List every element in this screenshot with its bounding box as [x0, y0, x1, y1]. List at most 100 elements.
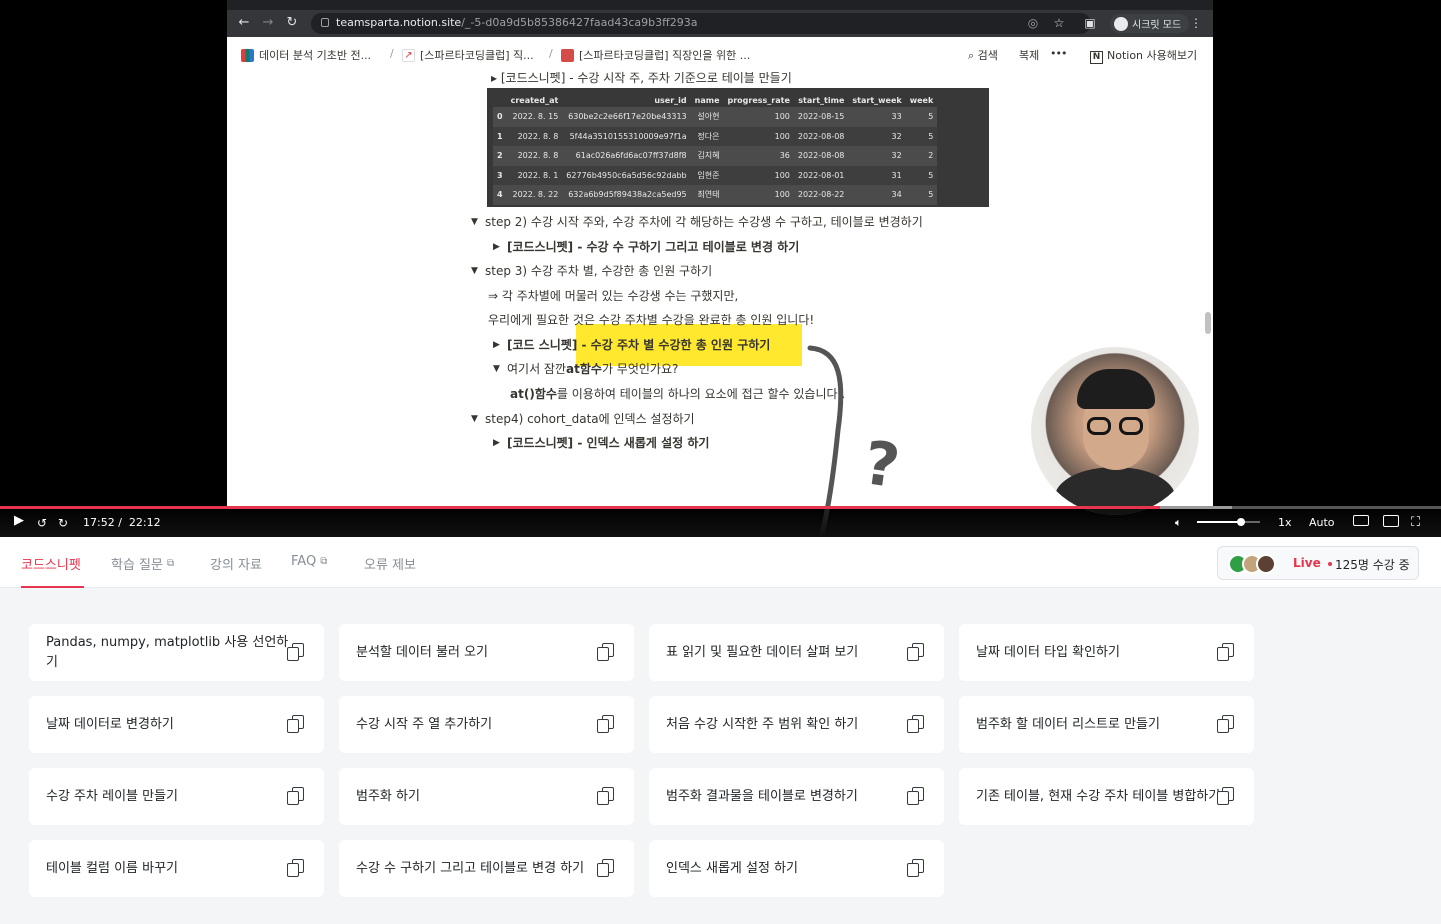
page-scrollbar [1205, 312, 1211, 334]
copy-icon[interactable] [287, 715, 305, 734]
at-code: at() [510, 386, 535, 401]
duplicate-label: 복제 [1019, 49, 1040, 62]
snippet-card[interactable]: 표 읽기 및 필요한 데이터 살펴 보기 [649, 624, 944, 681]
snippet-title: 범주화 결과물을 테이블로 변경하기 [666, 788, 858, 804]
dataframe-row-index: 0 [493, 107, 507, 127]
toggle-open-icon: ▼ [471, 265, 478, 276]
pip-icon[interactable] [1383, 515, 1399, 527]
snippet-title: 수강 시작 주 열 추가하기 [356, 716, 493, 732]
snippet-card[interactable]: 범주화 할 데이터 리스트로 만들기 [959, 696, 1254, 753]
cut-off-line: ▸ [코드스니펫] - 수강 시작 주, 주차 기준으로 테이블 만들기 [491, 71, 792, 85]
copy-icon[interactable] [907, 787, 925, 806]
webcam-hair [1077, 369, 1155, 409]
subtitles-icon[interactable] [1353, 515, 1369, 526]
snippet-card[interactable]: 인덱스 새롭게 설정 하기 [649, 840, 944, 897]
video-player[interactable]: ← → ↻ teamsparta.notion.site/_-5-d0a9d5b… [0, 0, 1441, 537]
copy-icon[interactable] [907, 715, 925, 734]
breadcrumb-separator: / [549, 47, 553, 60]
play-icon[interactable]: ▶ [14, 514, 24, 528]
snippet-card[interactable]: 처음 수강 시작한 주 범위 확인 하기 [649, 696, 944, 753]
tab-lecture-material[interactable]: 강의 자료 [210, 554, 262, 573]
notion-topbar: 데이터 분석 기초반 전... / ↗ [스파르타코딩클럽] 직... / [스… [227, 37, 1213, 71]
tab-error-report[interactable]: 오류 제보 [364, 554, 416, 573]
tab-learning-question[interactable]: 학습 질문 ⧉ [111, 554, 174, 573]
snippet-card[interactable]: 수강 주차 레이블 만들기 [29, 768, 324, 825]
dataframe-cell: 2022-08-08 [793, 146, 849, 166]
rewind-10-icon[interactable]: ↺ [37, 516, 47, 530]
breadcrumb-3: [스파르타코딩클럽] 직장인을 위한 ... [561, 47, 750, 63]
copy-icon[interactable] [1217, 715, 1235, 734]
copy-icon[interactable] [287, 787, 305, 806]
volume-level [1197, 521, 1242, 523]
copy-icon[interactable] [597, 715, 615, 734]
step2-text: step 2) 수강 시작 주와, 수강 주차에 각 해당하는 수강생 수 구하… [485, 215, 923, 229]
snippet-card[interactable]: 범주화 결과물을 테이블로 변경하기 [649, 768, 944, 825]
incognito-badge: 시크릿 모드 [1110, 14, 1190, 33]
code-snippet-grid: Pandas, numpy, matplotlib 사용 선언하기 분석할 데이터… [0, 589, 1441, 924]
live-status: Live 125명 수강 중 [1217, 546, 1419, 580]
snippet-card[interactable]: 수강 수 구하기 그리고 테이블로 변경 하기 [339, 840, 634, 897]
copy-icon[interactable] [597, 859, 615, 878]
dataframe-row: 4 2022. 8. 22 632a6b9d5f89438a2ca5ed95 최연태 1… [493, 185, 938, 205]
snippet-card[interactable]: 날짜 데이터 타입 확인하기 [959, 624, 1254, 681]
dataframe-row-index: 3 [493, 165, 507, 185]
forward-10-icon[interactable]: ↻ [58, 516, 68, 530]
tab-label: 코드스니펫 [21, 558, 81, 573]
copy-icon[interactable] [907, 859, 925, 878]
copy-icon[interactable] [597, 787, 615, 806]
dataframe-column-header: start_time [798, 95, 845, 105]
dataframe-cell: 100 [723, 107, 794, 127]
dataframe-cell: 5 [905, 107, 938, 127]
snippet-card[interactable]: 분석할 데이터 불러 오기 [339, 624, 634, 681]
external-link-icon: ⧉ [320, 556, 328, 567]
dataframe-column-header: created_at [510, 95, 559, 105]
copy-icon[interactable] [597, 643, 615, 662]
copy-icon[interactable] [287, 859, 305, 878]
dataframe-cell: 김지혜 [690, 146, 724, 166]
toggle-closed-icon: ▶ [493, 339, 500, 350]
snippet-card[interactable]: Pandas, numpy, matplotlib 사용 선언하기 [29, 624, 324, 681]
duration: 22:12 [128, 516, 161, 529]
snippet-card[interactable]: 테이블 컬럼 이름 바꾸기 [29, 840, 324, 897]
snippet-card[interactable]: 날짜 데이터로 변경하기 [29, 696, 324, 753]
snippet-title: 범주화 하기 [356, 788, 420, 804]
snippet-title: 날짜 데이터 타입 확인하기 [976, 644, 1120, 660]
toggle-at-question: ▼ 여기서 잠깐 at 함수 가 무엇인가요? [493, 360, 678, 377]
live-dot [1328, 562, 1332, 566]
step3-note-1: ⇒ 각 주차별에 머물러 있는 수강생 수는 구했지만, [488, 289, 739, 303]
chart-icon [241, 48, 254, 62]
toggle-step4-snippet: ▶ [코드스니펫] - 인덱스 새롭게 설정 하기 [493, 434, 709, 451]
copy-icon[interactable] [287, 643, 305, 662]
toggle-step3: ▼ step 3) 수강 주차 별, 수강한 총 인원 구하기 [471, 262, 712, 279]
snippet-title: 분석할 데이터 불러 오기 [356, 644, 488, 660]
current-time: 17:52 / [83, 516, 122, 529]
dataframe-row: 3 2022. 8. 1 62776b4950c6a5d56c92dabb 임현준 10… [493, 165, 938, 185]
snippet-card[interactable]: 범주화 하기 [339, 768, 634, 825]
fullscreen-icon[interactable]: ⛶ [1411, 516, 1420, 530]
step2-snippet-text: [코드스니펫] - 수강 수 구하기 그리고 테이블로 변경 하기 [507, 240, 800, 254]
snippet-title: 수강 주차 레이블 만들기 [46, 788, 178, 804]
breadcrumb-text: [스파르타코딩클럽] 직... [420, 49, 534, 62]
copy-icon[interactable] [907, 643, 925, 662]
breadcrumb-separator: / [390, 47, 394, 60]
copy-icon[interactable] [1217, 787, 1235, 806]
volume-icon[interactable]: 🔈︎ [1175, 516, 1182, 530]
quality-button[interactable]: Auto [1309, 516, 1335, 530]
dataframe-cell: 33 [848, 107, 906, 127]
tab-faq[interactable]: FAQ ⧉ [291, 554, 327, 569]
dataframe-column-header: progress_rate [727, 95, 790, 105]
tab-code-snippet[interactable]: 코드스니펫 [21, 554, 81, 573]
copy-icon[interactable] [1217, 643, 1235, 662]
snippet-card[interactable]: 수강 시작 주 열 추가하기 [339, 696, 634, 753]
avatar [1256, 554, 1276, 574]
toggle-open-icon: ▼ [493, 363, 500, 374]
toggle-open-icon: ▼ [471, 216, 478, 227]
instructor-webcam [1031, 347, 1199, 515]
snippet-card[interactable]: 기존 테이블, 현재 수강 주차 테이블 병합하기 [959, 768, 1254, 825]
at-description-text: 를 이용하여 테이블의 하나의 요소에 접근 할수 있습니다 . [556, 387, 846, 401]
speed-button[interactable]: 1x [1278, 516, 1292, 530]
dataframe-cell: 2022. 8. 1 [506, 165, 563, 185]
dataframe-column-header: week [909, 95, 934, 105]
live-viewer-count: 125명 수강 중 [1335, 558, 1410, 572]
snippet-title: Pandas, numpy, matplotlib 사용 선언하기 [46, 634, 289, 670]
